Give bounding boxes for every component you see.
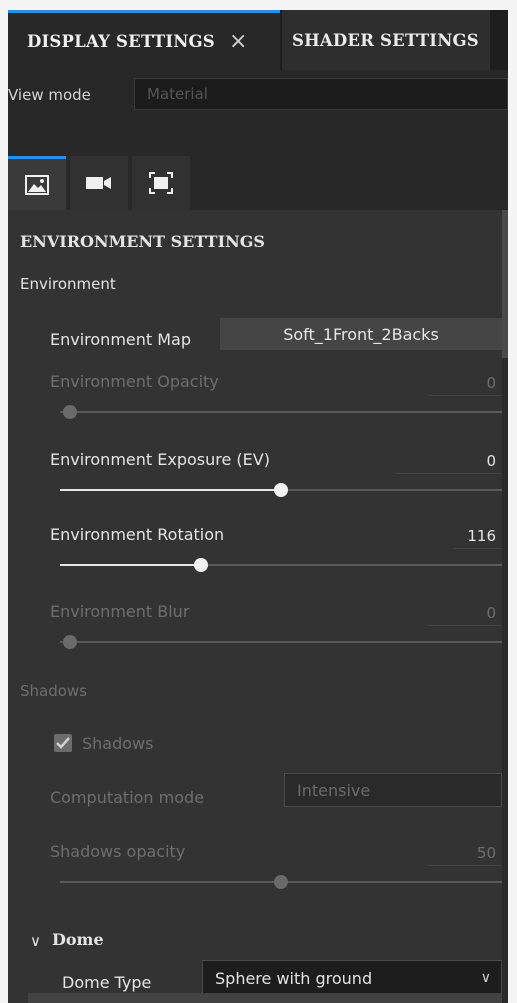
slider-fill	[60, 489, 281, 491]
environment-rotation-value[interactable]: 116	[454, 523, 502, 549]
computation-mode-label: Computation mode	[50, 788, 205, 807]
slider-handle[interactable]	[63, 405, 77, 419]
shadows-checkbox-label: Shadows	[82, 734, 154, 753]
tab-environment[interactable]	[8, 156, 66, 210]
computation-mode-value: Intensive	[297, 780, 371, 800]
close-icon[interactable]: ×	[229, 29, 248, 54]
shadows-opacity-value[interactable]: 50	[428, 840, 502, 866]
environment-map-label: Environment Map	[50, 330, 192, 349]
camera-icon	[86, 177, 111, 189]
shadows-group-label: Shadows	[20, 682, 88, 700]
environment-exposure-slider[interactable]	[60, 480, 502, 500]
image-icon	[25, 174, 49, 195]
slider-handle[interactable]	[194, 558, 209, 572]
environment-blur-value[interactable]: 0	[428, 600, 502, 626]
environment-opacity-label: Environment Opacity	[50, 372, 219, 391]
chevron-down-icon[interactable]: ∨	[30, 932, 41, 950]
slider-handle[interactable]	[274, 483, 288, 497]
environment-blur-label: Environment Blur	[50, 602, 190, 621]
environment-settings-content: ENVIRONMENT SETTINGS Environment Environ…	[8, 210, 502, 1003]
tab-display-settings-label: DISPLAY SETTINGS	[27, 32, 215, 51]
shadows-opacity-slider[interactable]	[60, 872, 502, 892]
dome-section-title[interactable]: Dome	[52, 930, 104, 949]
environment-opacity-value[interactable]: 0	[428, 370, 502, 396]
tab-shader-settings[interactable]: SHADER SETTINGS	[282, 10, 490, 70]
view-mode-placeholder: Material	[147, 85, 208, 103]
shadows-opacity-label: Shadows opacity	[50, 842, 186, 861]
horizontal-scrollbar[interactable]	[28, 993, 502, 1003]
display-settings-panel: DISPLAY SETTINGS × SHADER SETTINGS View …	[8, 10, 508, 1003]
dome-type-select[interactable]: Sphere with ground ∨	[202, 960, 502, 996]
dome-type-chevron-icon: ∨	[480, 970, 491, 986]
tab-shader-settings-label: SHADER SETTINGS	[292, 30, 479, 50]
dome-type-label: Dome Type	[62, 973, 152, 992]
view-mode-row: View mode Material	[8, 70, 508, 120]
computation-mode-input[interactable]: Intensive	[284, 773, 502, 807]
checkmark-icon	[56, 737, 70, 749]
slider-fill	[60, 564, 202, 566]
tab-bar: DISPLAY SETTINGS × SHADER SETTINGS	[8, 10, 508, 70]
environment-rotation-slider[interactable]	[60, 555, 502, 575]
environment-group-label: Environment	[20, 275, 116, 293]
frame-icon	[149, 172, 173, 194]
environment-exposure-label: Environment Exposure (EV)	[50, 450, 270, 469]
environment-blur-slider[interactable]	[60, 632, 502, 652]
environment-rotation-label: Environment Rotation	[50, 525, 225, 544]
tab-camera[interactable]	[70, 156, 128, 210]
view-mode-input[interactable]: Material	[134, 78, 508, 110]
slider-track	[60, 411, 502, 413]
slider-track	[60, 641, 502, 643]
environment-map-selector[interactable]: Soft_1Front_2Backs	[220, 318, 502, 350]
vertical-scrollbar[interactable]	[502, 210, 508, 1003]
environment-exposure-value[interactable]: 0	[396, 448, 502, 474]
scrollbar-thumb[interactable]	[502, 210, 508, 358]
tab-bar-gap	[492, 10, 508, 70]
tab-frame[interactable]	[132, 156, 190, 210]
environment-map-value: Soft_1Front_2Backs	[283, 324, 439, 344]
tab-display-settings[interactable]: DISPLAY SETTINGS ×	[8, 10, 280, 70]
environment-opacity-slider[interactable]	[60, 402, 502, 422]
icon-tab-bar	[8, 120, 508, 210]
slider-handle[interactable]	[274, 875, 288, 889]
view-mode-label: View mode	[8, 86, 91, 104]
section-title: ENVIRONMENT SETTINGS	[20, 232, 265, 251]
shadows-checkbox[interactable]	[54, 734, 72, 752]
dome-type-value: Sphere with ground	[215, 968, 373, 988]
slider-handle[interactable]	[63, 635, 77, 649]
